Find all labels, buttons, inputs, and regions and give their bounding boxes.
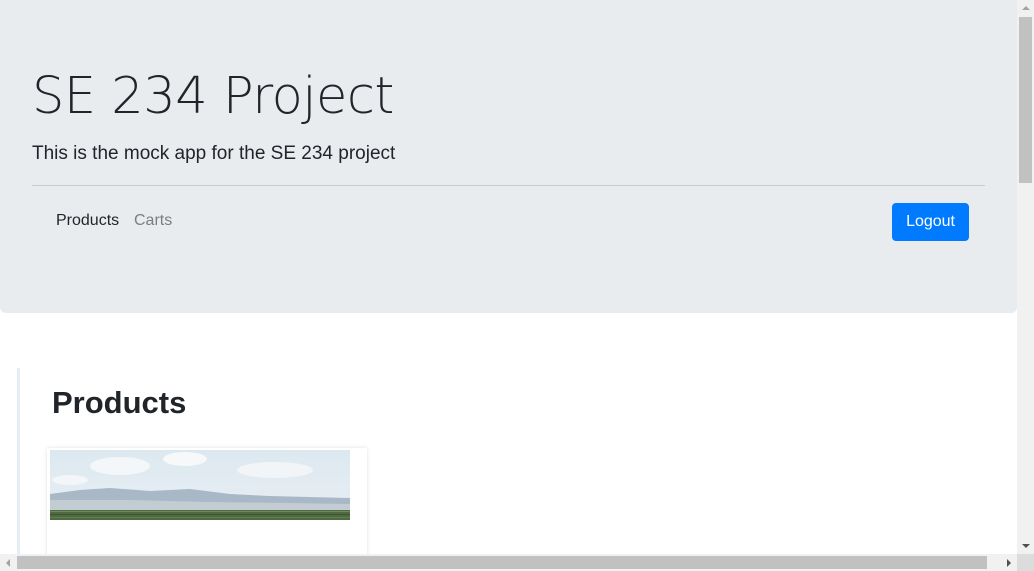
landscape-photo [50,450,350,520]
page-subtitle: This is the mock app for the SE 234 proj… [32,143,396,164]
vertical-scrollbar[interactable] [1017,0,1034,554]
jumbotron-header: SE 234 Project This is the mock app for … [0,0,1017,313]
horizontal-scrollbar[interactable] [0,554,1017,571]
logout-button[interactable]: Logout [892,203,969,241]
horizontal-scroll-thumb[interactable] [17,556,987,569]
scroll-up-arrow[interactable] [1017,0,1034,17]
page-viewport: SE 234 Project This is the mock app for … [0,0,1017,554]
main-navbar: Products Carts Logout [32,203,969,241]
vertical-scroll-thumb[interactable] [1019,17,1032,183]
product-card[interactable] [47,448,367,554]
products-section: Products [17,368,1017,554]
scroll-right-arrow[interactable] [1000,554,1017,571]
scroll-left-arrow[interactable] [0,554,17,571]
nav-link-products[interactable]: Products [56,212,119,230]
nav-link-carts[interactable]: Carts [134,212,172,230]
product-image [50,450,350,520]
scrollbar-corner [1017,554,1034,571]
products-heading: Products [52,385,187,420]
header-divider [32,185,985,186]
scroll-down-arrow[interactable] [1017,537,1034,554]
page-title: SE 234 Project [32,67,394,126]
